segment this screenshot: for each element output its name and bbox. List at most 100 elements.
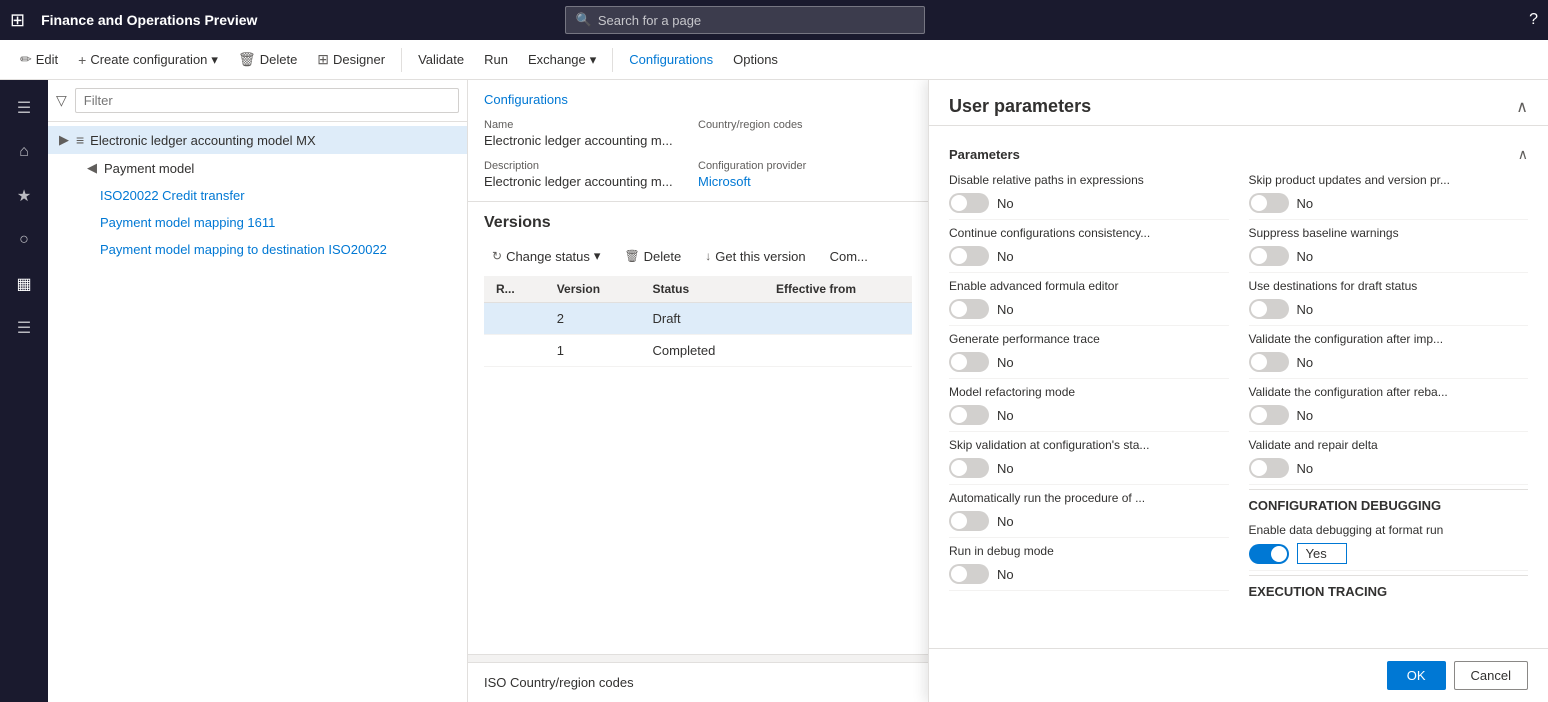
execution-tracing-title: EXECUTION TRACING [1249, 575, 1529, 603]
country-label: Country/region codes [698, 119, 912, 131]
rtoggle-3[interactable] [1249, 352, 1289, 372]
tree-panel: ▽ ▶ ≡ Electronic ledger accounting model… [48, 80, 468, 702]
horizontal-scrollbar[interactable] [468, 654, 928, 662]
change-status-button[interactable]: ↻ Change status ▾ [484, 244, 608, 268]
param-row-0: Disable relative paths in expressions No [949, 167, 1229, 220]
separator-2 [612, 48, 613, 72]
toggle-value-3: No [997, 355, 1014, 370]
tree-item-2[interactable]: ISO20022 Credit transfer [48, 182, 467, 209]
provider-value[interactable]: Microsoft [698, 174, 912, 189]
name-label: Name [484, 119, 698, 131]
field-description: Description Electronic ledger accounting… [484, 160, 698, 201]
ok-button[interactable]: OK [1387, 661, 1446, 690]
exchange-button[interactable]: Exchange ▾ [520, 48, 604, 72]
tree-item-0[interactable]: ▶ ≡ Electronic ledger accounting model M… [48, 126, 467, 154]
rtoggle-2[interactable] [1249, 299, 1289, 319]
nav-search-box[interactable]: 🔍 [565, 6, 925, 34]
table-row[interactable]: 2 Draft [484, 303, 912, 335]
search-input[interactable] [598, 13, 914, 28]
enable-data-debugging-toggle[interactable] [1249, 544, 1289, 564]
rparam-row-2: Use destinations for draft status No [1249, 273, 1529, 326]
rparam-label-0: Skip product updates and version pr... [1249, 173, 1529, 187]
panel-collapse-button[interactable]: ∧ [1516, 97, 1528, 117]
toggle-1[interactable] [949, 246, 989, 266]
delete-button[interactable]: 🗑 Delete [230, 47, 305, 72]
hamburger-menu-icon[interactable]: ☰ [4, 88, 44, 128]
description-label: Description [484, 160, 698, 172]
get-this-version-button[interactable]: ↓ Get this version [697, 245, 813, 268]
toggle-7[interactable] [949, 564, 989, 584]
tree-item-1[interactable]: ◀ Payment model [48, 154, 467, 182]
right-params-col: Skip product updates and version pr... N… [1249, 167, 1529, 603]
rparam-row-1: Suppress baseline warnings No [1249, 220, 1529, 273]
create-config-button[interactable]: + Create configuration ▾ [70, 48, 226, 72]
tree-item-3[interactable]: Payment model mapping 1611 [48, 209, 467, 236]
tree-content: ▶ ≡ Electronic ledger accounting model M… [48, 122, 467, 702]
tree-item-4[interactable]: Payment model mapping to destination ISO… [48, 236, 467, 263]
table-row[interactable]: 1 Completed [484, 335, 912, 367]
rtoggle-value-1: No [1297, 249, 1314, 264]
toggle-value-5: No [997, 461, 1014, 476]
collapse-params-button[interactable]: ∧ [1518, 146, 1528, 163]
toggle-5[interactable] [949, 458, 989, 478]
separator-1 [401, 48, 402, 72]
toggle-value-0: No [997, 196, 1014, 211]
debugging-value-input[interactable] [1297, 543, 1347, 564]
compare-button[interactable]: Com... [822, 245, 876, 268]
run-button[interactable]: Run [476, 48, 516, 71]
rparam-row-4: Validate the configuration after reba...… [1249, 379, 1529, 432]
content-panel: Configurations Name Electronic ledger ac… [468, 80, 928, 702]
param-control-5: No [949, 458, 1229, 478]
toggle-6[interactable] [949, 511, 989, 531]
list-icon[interactable]: ☰ [4, 308, 44, 348]
rtoggle-5[interactable] [1249, 458, 1289, 478]
param-row-4: Model refactoring mode No [949, 379, 1229, 432]
options-button[interactable]: Options [725, 48, 786, 71]
filter-input[interactable] [75, 88, 459, 113]
toggle-3[interactable] [949, 352, 989, 372]
add-icon: + [78, 52, 86, 68]
toggle-value-1: No [997, 249, 1014, 264]
top-nav: ⊞ Finance and Operations Preview 🔍 ? [0, 0, 1548, 40]
config-debugging-title: CONFIGURATION DEBUGGING [1249, 489, 1529, 517]
grid-icon[interactable]: ⊞ [10, 10, 25, 31]
grid-nav-icon[interactable]: ▦ [4, 264, 44, 304]
rparam-control-1: No [1249, 246, 1529, 266]
tree-filter-bar: ▽ [48, 80, 467, 122]
toggle-value-7: No [997, 567, 1014, 582]
toggle-4[interactable] [949, 405, 989, 425]
parameters-label: Parameters [949, 147, 1020, 162]
param-label-5: Skip validation at configuration's sta..… [949, 438, 1229, 452]
param-label-7: Run in debug mode [949, 544, 1229, 558]
validate-button[interactable]: Validate [410, 48, 472, 71]
configurations-button[interactable]: Configurations [621, 48, 721, 71]
breadcrumb[interactable]: Configurations [484, 92, 912, 107]
enable-data-debugging-control [1249, 543, 1529, 564]
help-button[interactable]: ? [1529, 11, 1538, 29]
iso-section: ISO Country/region codes [468, 662, 928, 702]
provider-label: Configuration provider [698, 160, 912, 172]
rtoggle-0[interactable] [1249, 193, 1289, 213]
param-row-7: Run in debug mode No [949, 538, 1229, 591]
rtoggle-value-0: No [1297, 196, 1314, 211]
favorites-icon[interactable]: ★ [4, 176, 44, 216]
col-r: R... [484, 276, 545, 303]
recent-icon[interactable]: ○ [4, 220, 44, 260]
edit-button[interactable]: ✏ Edit [12, 47, 66, 72]
versions-table: R... Version Status Effective from 2 Dra… [484, 276, 912, 367]
content-fields: Name Electronic ledger accounting m... C… [484, 119, 912, 201]
cancel-button[interactable]: Cancel [1454, 661, 1528, 690]
param-label-6: Automatically run the procedure of ... [949, 491, 1229, 505]
toggle-2[interactable] [949, 299, 989, 319]
app-title: Finance and Operations Preview [41, 12, 257, 28]
rtoggle-4[interactable] [1249, 405, 1289, 425]
rtoggle-1[interactable] [1249, 246, 1289, 266]
versions-delete-button[interactable]: 🗑 Delete [616, 245, 689, 268]
home-icon[interactable]: ⌂ [4, 132, 44, 172]
item-icon-0: ≡ [76, 132, 84, 148]
designer-button[interactable]: ⊞ Designer [309, 47, 393, 72]
panel-title: User parameters [949, 96, 1091, 117]
param-row-6: Automatically run the procedure of ... N… [949, 485, 1229, 538]
toggle-0[interactable] [949, 193, 989, 213]
user-parameters-panel: User parameters ∧ Parameters ∧ Disable r… [928, 80, 1548, 702]
